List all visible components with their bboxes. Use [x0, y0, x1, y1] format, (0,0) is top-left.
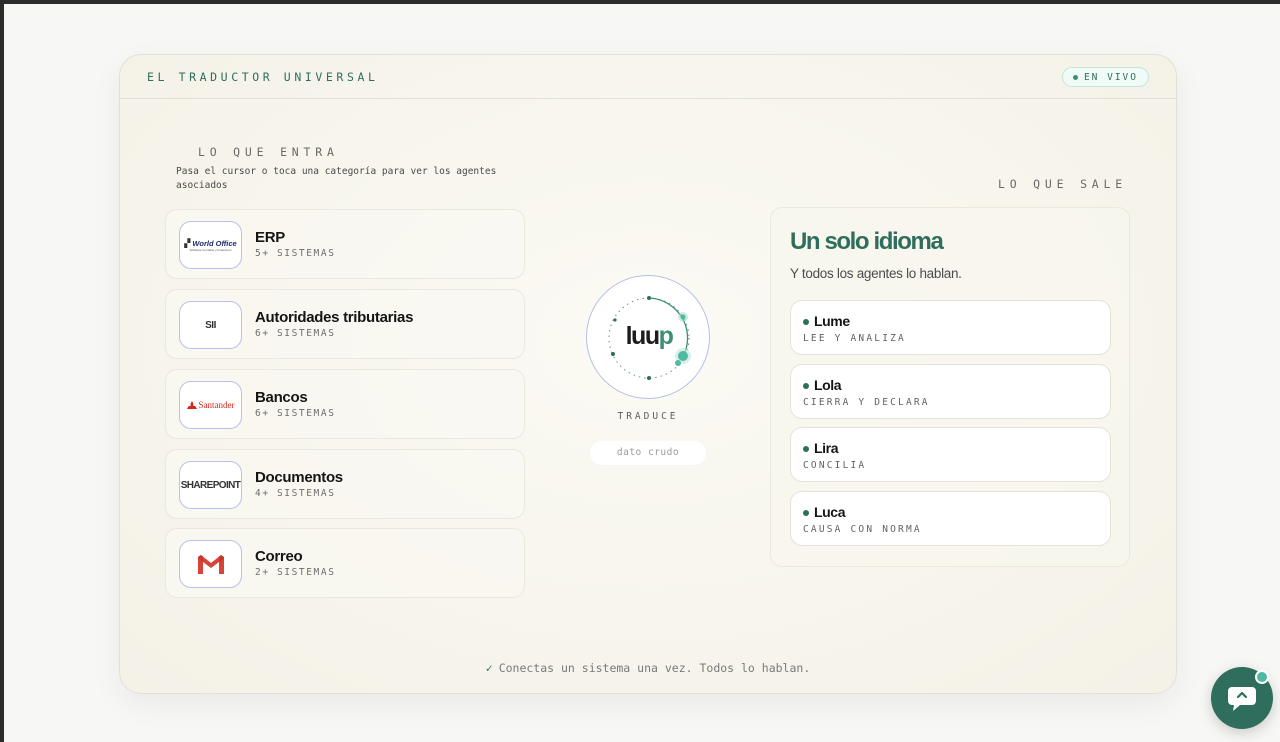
live-label: EN VIVO [1083, 71, 1138, 83]
agent-name: Luca [814, 504, 846, 520]
agent-card-lola[interactable]: Lola CIERRA Y DECLARA [790, 364, 1111, 419]
luup-logo: luup [587, 322, 711, 351]
category-name: ERP [255, 229, 285, 246]
category-count: 2+ SISTEMAS [255, 567, 336, 578]
input-subtitle: Pasa el cursor o toca una categoría para… [176, 166, 497, 191]
agent-card-lira[interactable]: Lira CONCILIA [790, 427, 1111, 482]
sharepoint-logo: SHAREPOINT [179, 461, 242, 509]
santander-logo-text: Santander [198, 400, 235, 410]
agent-role: LEE Y ANALIZA [803, 333, 906, 344]
category-count: 5+ SISTEMAS [255, 248, 336, 259]
agent-card-luca[interactable]: Luca CAUSA CON NORMA [790, 491, 1111, 546]
live-badge: EN VIVO [1061, 67, 1149, 87]
output-box: Un solo idioma Y todos los agentes lo ha… [770, 207, 1130, 567]
agent-name: Lume [814, 313, 850, 329]
category-name: Documentos [255, 469, 343, 486]
category-count: 4+ SISTEMAS [255, 488, 336, 499]
luup-logo-main: luu [625, 322, 661, 350]
chat-bubble-icon [1228, 687, 1256, 711]
window-top-border [0, 0, 1280, 4]
gmail-icon [197, 555, 224, 574]
world-office-logo-subtext: Software Contable y Financiero [189, 247, 232, 252]
luup-logo-accent: p [658, 322, 674, 350]
panel-header: EL TRADUCTOR UNIVERSAL EN VIVO [120, 55, 1176, 99]
world-office-logo-text: World Office [192, 238, 237, 248]
window-left-border [0, 0, 4, 742]
agent-name: Lola [814, 377, 842, 393]
category-card-bancos[interactable]: Santander Bancos 6+ SISTEMAS [165, 369, 525, 439]
gmail-logo [179, 540, 242, 588]
agent-card-lume[interactable]: Lume LEE Y ANALIZA [790, 300, 1111, 355]
output-subheading: Y todos los agentes lo hablan. [790, 266, 962, 281]
santander-flame-icon [186, 400, 197, 409]
santander-logo: Santander [179, 381, 242, 429]
panel-title: EL TRADUCTOR UNIVERSAL [147, 70, 379, 84]
footer-note: ✓ Conectas un sistema una vez. Todos lo h… [120, 661, 1176, 675]
category-card-autoridades-tributarias[interactable]: SII Autoridades tributarias 6+ SISTEMAS [165, 289, 525, 359]
agent-dot-icon [803, 510, 809, 516]
category-card-erp[interactable]: ▞ World Office Software Contable y Finan… [165, 209, 525, 279]
raw-data-pill: dato crudo [590, 441, 706, 465]
check-icon: ✓ [485, 661, 493, 675]
live-dot-icon [1072, 74, 1078, 80]
output-title: LO QUE SALE [998, 177, 1127, 191]
output-heading: Un solo idioma [790, 228, 944, 255]
sharepoint-logo-text: SHAREPOINT [180, 479, 241, 491]
sii-logo-text: SII [205, 319, 216, 331]
footer-text: Conectas un sistema una vez. Todos lo ha… [498, 661, 811, 675]
category-name: Autoridades tributarias [255, 309, 414, 326]
translate-label: TRADUCE [617, 411, 679, 422]
input-title: LO QUE ENTRA [198, 145, 339, 159]
chat-notification-badge [1255, 670, 1269, 684]
category-name: Correo [255, 548, 303, 565]
category-count: 6+ SISTEMAS [255, 328, 336, 339]
category-card-documentos[interactable]: SHAREPOINT Documentos 4+ SISTEMAS [165, 449, 525, 519]
agent-role: CIERRA Y DECLARA [803, 397, 930, 408]
agent-dot-icon [803, 383, 809, 389]
agent-name: Lira [814, 440, 839, 456]
world-office-logo: ▞ World Office Software Contable y Finan… [179, 221, 242, 269]
agent-role: CAUSA CON NORMA [803, 524, 922, 535]
translator-panel: EL TRADUCTOR UNIVERSAL EN VIVO LO QUE EN… [119, 54, 1177, 694]
agent-role: CONCILIA [803, 460, 867, 471]
category-count: 6+ SISTEMAS [255, 408, 336, 419]
sii-logo: SII [179, 301, 242, 349]
category-card-correo[interactable]: Correo 2+ SISTEMAS [165, 528, 525, 598]
agent-dot-icon [803, 319, 809, 325]
category-name: Bancos [255, 389, 308, 406]
translator-hub: luup [586, 275, 710, 399]
agent-dot-icon [803, 446, 809, 452]
